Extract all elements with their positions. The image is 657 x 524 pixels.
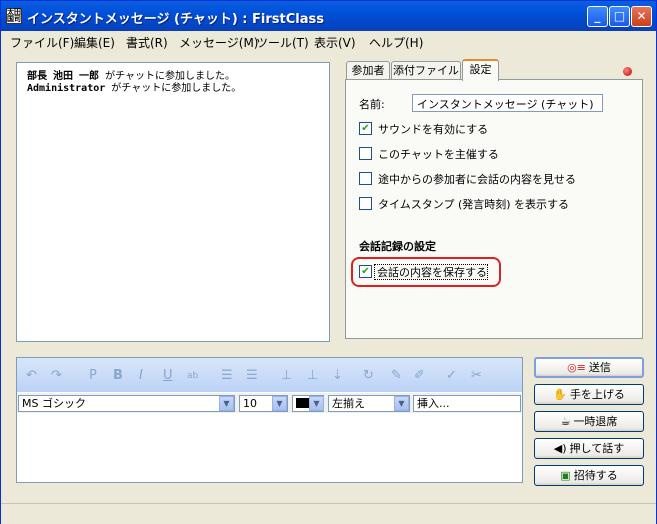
menu-tools[interactable]: ツール(T) [256,34,309,51]
name-label: 名前: [359,98,385,111]
title-bar[interactable]: 太田 国司 インスタントメッセージ (チャット) : FirstClass _ □… [1,1,656,31]
italic-icon[interactable]: I [139,368,143,383]
save-log-label[interactable]: 会話の内容を保存する [377,264,487,280]
send-button[interactable]: ◎≡ 送信 [534,357,644,378]
tab-participants[interactable]: 参加者 [346,61,390,80]
menu-view[interactable]: 表示(V) [314,34,356,51]
redo-icon[interactable]: ↷ [51,368,62,383]
invite-button[interactable]: ▣ 招待する [534,465,644,486]
chat-window: 太田 国司 インスタントメッセージ (チャット) : FirstClass _ □… [0,0,657,524]
spell-check-icon[interactable]: ✓ [446,368,457,383]
name-field[interactable]: インスタントメッセージ (チャット) [412,94,603,112]
window-title: インスタントメッセージ (チャット) : FirstClass [27,12,324,27]
brush-icon[interactable]: ✐ [414,368,425,383]
speaker-icon: ◀) [553,442,567,455]
menu-help[interactable]: ヘルプ(H) [369,34,423,51]
leave-button[interactable]: ☕ 一時退席 [534,411,644,432]
chat-line: Administrator がチャットに参加しました。 [27,83,242,94]
pen-icon[interactable]: ✎ [391,368,402,383]
bullet-list-icon[interactable]: ☰ [246,368,258,383]
coffee-icon: ☕ [560,415,571,428]
align-bottom-icon[interactable]: ⇣ [332,368,343,383]
host-checkbox[interactable] [359,147,372,160]
align-middle-icon[interactable]: ⊥ [307,368,318,383]
hand-icon: ✋ [553,388,567,401]
show-history-label[interactable]: 途中からの参加者に会話の内容を見せる [378,171,576,187]
show-history-checkbox[interactable] [359,172,372,185]
menu-format[interactable]: 書式(R) [126,34,168,51]
timestamp-checkbox[interactable] [359,197,372,210]
underline-icon[interactable]: U [163,368,173,383]
numbered-list-icon[interactable]: ☰ [221,368,233,383]
close-icon[interactable]: ✕ [631,6,652,27]
chevron-down-icon[interactable]: ▼ [219,396,234,411]
menu-file[interactable]: ファイル(F) [10,34,74,51]
send-icon: ◎≡ [567,361,586,374]
align-top-icon[interactable]: ⊥ [281,368,292,383]
undo-icon[interactable]: ↶ [26,368,37,383]
sound-checkbox[interactable]: ✔ [359,122,372,135]
insert-select[interactable]: 挿入... [413,395,521,412]
menu-message[interactable]: メッセージ(M) [179,34,258,51]
save-log-checkbox[interactable]: ✔ [359,265,372,278]
chat-line: 部長 池田 一郎 がチャットに参加しました。 [27,71,235,82]
color-swatch [296,398,310,408]
tab-settings[interactable]: 設定 [462,59,499,81]
tools-icon[interactable]: ✂ [471,368,482,383]
chat-log[interactable]: 部長 池田 一郎 がチャットに参加しました。 Administrator がチャ… [16,62,330,342]
menu-edit[interactable]: 編集(E) [74,34,115,51]
app-icon[interactable]: 太田 国司 [6,8,22,24]
log-section-title: 会話記録の設定 [359,240,436,253]
font-select[interactable]: MS ゴシック [18,395,235,412]
chevron-down-icon[interactable]: ▼ [394,396,409,411]
minimize-icon[interactable]: _ [587,6,608,27]
tab-attachments[interactable]: 添付ファイル [391,61,461,80]
refresh-icon[interactable]: ↻ [363,368,374,383]
chevron-down-icon[interactable]: ▼ [272,396,287,411]
plain-text-icon[interactable]: P [89,368,97,383]
menu-bar: ファイル(F) 編集(E) 書式(R) メッセージ(M) ツール(T) 表示(V… [1,31,656,51]
chevron-down-icon[interactable]: ▼ [309,396,324,411]
status-bar [1,503,656,524]
invite-icon: ▣ [560,469,571,482]
maximize-icon[interactable]: □ [609,6,630,27]
superscript-icon[interactable]: ab [187,371,198,381]
timestamp-label[interactable]: タイムスタンプ (発言時刻) を表示する [378,196,569,212]
bold-icon[interactable]: B [113,368,123,383]
raise-hand-button[interactable]: ✋ 手を上げる [534,384,644,405]
status-indicator-icon [623,67,632,76]
host-label[interactable]: このチャットを主催する [378,146,499,162]
push-to-talk-button[interactable]: ◀) 押して話す [534,438,644,459]
sound-label[interactable]: サウンドを有効にする [378,121,488,137]
